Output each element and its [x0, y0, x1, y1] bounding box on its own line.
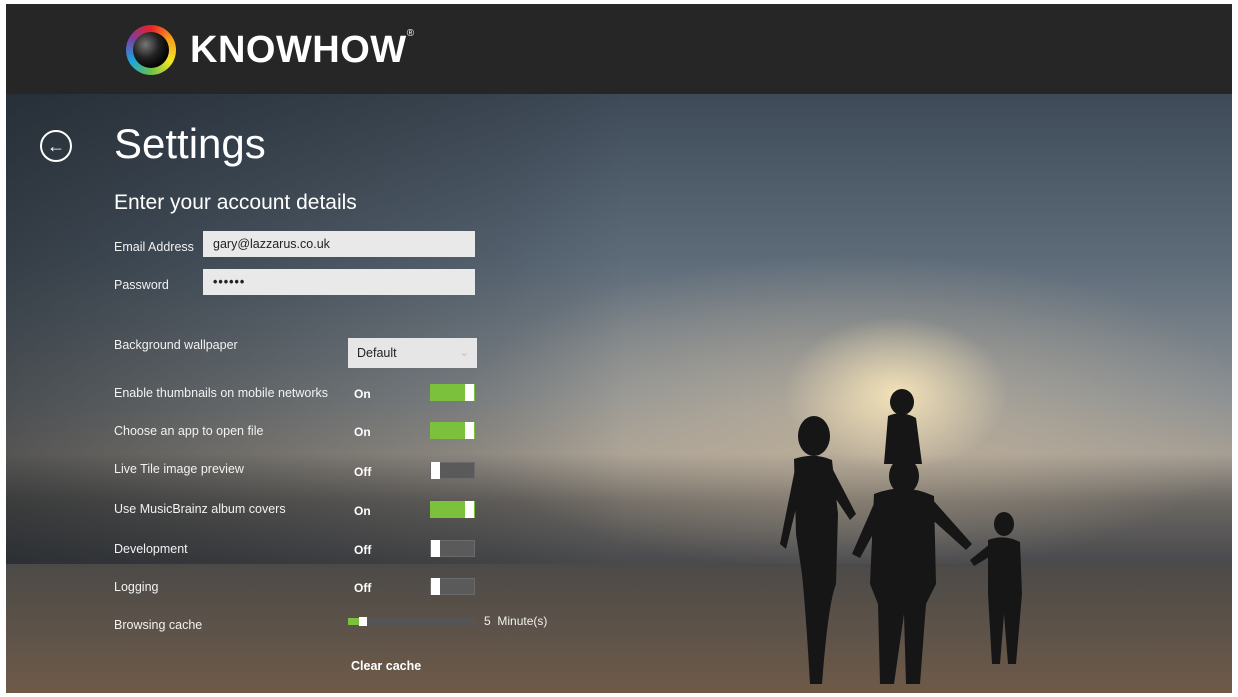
logging-toggle[interactable]	[430, 578, 475, 595]
password-field[interactable]: ••••••	[203, 269, 475, 295]
cache-slider-thumb[interactable]	[359, 617, 368, 626]
family-silhouette	[780, 389, 1022, 684]
toggle-label: Use MusicBrainz album covers	[114, 502, 286, 516]
email-field[interactable]: gary@lazzarus.co.uk	[203, 231, 475, 257]
wallpaper-selected-value: Default	[357, 346, 397, 360]
toggle-label: Live Tile image preview	[114, 462, 244, 476]
cache-value-readout: 5 Minute(s)	[484, 614, 547, 628]
toggle-label: Choose an app to open file	[114, 424, 264, 438]
lens-icon	[126, 25, 176, 75]
cache-value: 5	[484, 614, 491, 628]
password-label: Password	[114, 278, 169, 292]
wallpaper-select[interactable]: Default ⌄	[348, 338, 477, 368]
email-label: Email Address	[114, 240, 194, 254]
toggle-state: On	[354, 387, 371, 401]
cache-label: Browsing cache	[114, 618, 203, 632]
wallpaper-label: Background wallpaper	[114, 338, 238, 352]
app-window: KNOWHOW ® ← Settings Enter your account …	[6, 4, 1232, 693]
toggle-label: Logging	[114, 580, 159, 594]
page-title: Settings	[114, 120, 266, 167]
toggle-state: Off	[354, 581, 372, 595]
toggle-label: Enable thumbnails on mobile networks	[114, 386, 329, 400]
choose-app-toggle[interactable]	[430, 422, 475, 439]
toggle-state: Off	[354, 465, 372, 479]
thumbnails-mobile-toggle[interactable]	[430, 384, 475, 401]
toggle-state: Off	[354, 543, 372, 557]
toggle-label: Development	[114, 542, 188, 556]
clear-cache-button[interactable]: Clear cache	[351, 659, 421, 673]
toggle-state: On	[354, 425, 371, 439]
page-subtitle: Enter your account details	[114, 191, 357, 214]
back-arrow-icon: ←	[47, 136, 65, 156]
musicbrainz-toggle[interactable]	[430, 501, 475, 518]
cache-unit: Minute(s)	[497, 614, 548, 628]
back-button[interactable]: ←	[40, 130, 72, 162]
cache-slider[interactable]	[348, 617, 476, 626]
logo-text: KNOWHOW	[190, 28, 407, 71]
toggle-state: On	[354, 504, 371, 518]
chevron-down-icon: ⌄	[459, 347, 469, 359]
knowhow-logo: KNOWHOW ®	[126, 24, 414, 76]
top-bar: KNOWHOW ®	[6, 4, 1232, 94]
live-tile-toggle[interactable]	[430, 462, 475, 479]
development-toggle[interactable]	[430, 540, 475, 557]
logo-registered-mark: ®	[406, 28, 415, 39]
